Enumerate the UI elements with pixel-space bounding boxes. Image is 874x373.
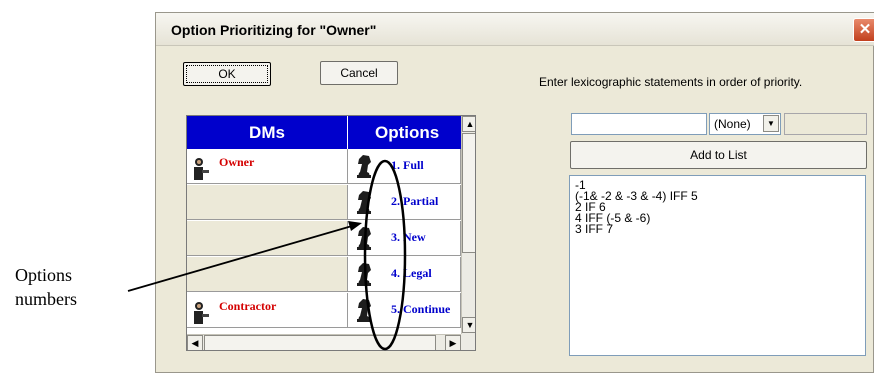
- scroll-up-button[interactable]: ▲: [462, 116, 475, 132]
- option-label: 1. Full: [391, 158, 424, 172]
- dm-name: Owner: [219, 155, 255, 169]
- dm-cell[interactable]: [187, 185, 348, 220]
- statement-input[interactable]: [571, 113, 707, 135]
- dms-column-header[interactable]: DMs: [187, 116, 348, 149]
- table-row[interactable]: Owner 1. Full: [187, 149, 475, 185]
- chevron-up-icon: ▲: [465, 119, 475, 129]
- dm-cell[interactable]: [187, 221, 348, 256]
- chess-knight-icon: [357, 227, 371, 250]
- scroll-left-button[interactable]: ◀: [187, 335, 203, 350]
- scroll-right-button[interactable]: ▶: [445, 335, 461, 350]
- options-column-header[interactable]: Options: [348, 116, 461, 149]
- list-item[interactable]: 4 IFF (-5 & -6): [570, 212, 865, 224]
- select-value: (None): [714, 117, 751, 131]
- option-label: 3. New: [391, 230, 426, 244]
- chess-knight-icon: [357, 155, 371, 178]
- scroll-down-button[interactable]: ▼: [462, 317, 475, 333]
- option-label: 5. Continue: [391, 302, 451, 316]
- options-numbers-annotation: Options numbers: [15, 263, 77, 311]
- chevron-down-icon: ▼: [465, 320, 475, 330]
- dm-cell[interactable]: Contractor: [187, 293, 348, 328]
- table-row[interactable]: 2. Partial: [187, 185, 475, 221]
- chess-knight-icon: [357, 191, 371, 214]
- annotation-line-1: Options: [15, 265, 73, 285]
- chevron-right-icon: ▶: [449, 338, 457, 348]
- secondary-input: [784, 113, 867, 135]
- dm-name: Contractor: [219, 299, 277, 313]
- option-select[interactable]: (None) ▼: [709, 113, 781, 135]
- title-bar[interactable]: Option Prioritizing for "Owner" ✕: [156, 13, 874, 46]
- option-cell[interactable]: 1. Full: [348, 149, 461, 184]
- add-to-list-button[interactable]: Add to List: [570, 141, 867, 169]
- select-arrow-button[interactable]: ▼: [763, 115, 779, 132]
- horizontal-scroll-thumb[interactable]: [204, 335, 436, 350]
- person-icon: [194, 302, 209, 324]
- option-prioritizing-dialog: Option Prioritizing for "Owner" ✕ OK Can…: [155, 12, 874, 373]
- statements-list[interactable]: -1 (-1& -2 & -3 & -4) IFF 5 2 IF 6 4 IFF…: [569, 175, 866, 356]
- table-row[interactable]: Contractor 5. Continue: [187, 293, 475, 329]
- cancel-button[interactable]: Cancel: [320, 61, 398, 85]
- dm-cell[interactable]: Owner: [187, 149, 348, 184]
- chevron-down-icon: ▼: [767, 119, 775, 128]
- table-row[interactable]: 4. Legal: [187, 257, 475, 293]
- list-item[interactable]: 3 IFF 7: [570, 223, 865, 235]
- option-label: 4. Legal: [391, 266, 432, 280]
- chevron-left-icon: ◀: [191, 338, 199, 348]
- option-cell[interactable]: 2. Partial: [348, 185, 461, 220]
- instruction-text: Enter lexicographic statements in order …: [539, 75, 803, 89]
- table-row[interactable]: 3. New: [187, 221, 475, 257]
- dm-options-grid[interactable]: DMs Options Owner 1. Full 2. Partial 3. …: [186, 115, 476, 351]
- horizontal-scrollbar[interactable]: ◀ ▶: [187, 334, 461, 350]
- close-icon: ✕: [858, 21, 872, 38]
- close-button[interactable]: ✕: [853, 18, 874, 42]
- option-cell[interactable]: 4. Legal: [348, 257, 461, 292]
- person-icon: [194, 158, 209, 180]
- scrollbar-corner: [461, 334, 475, 350]
- option-cell[interactable]: 5. Continue: [348, 293, 461, 328]
- vertical-scrollbar[interactable]: ▲ ▼: [461, 116, 475, 334]
- ok-button[interactable]: OK: [183, 62, 271, 86]
- chess-knight-icon: [357, 263, 371, 286]
- vertical-scroll-thumb[interactable]: [462, 133, 475, 253]
- chess-knight-icon: [357, 299, 371, 322]
- annotation-line-2: numbers: [15, 289, 77, 309]
- option-label: 2. Partial: [391, 194, 439, 208]
- grid-header: DMs Options: [187, 116, 475, 149]
- list-item[interactable]: (-1& -2 & -3 & -4) IFF 5: [570, 190, 865, 202]
- window-title: Option Prioritizing for "Owner": [171, 22, 377, 38]
- dm-cell[interactable]: [187, 257, 348, 292]
- option-cell[interactable]: 3. New: [348, 221, 461, 256]
